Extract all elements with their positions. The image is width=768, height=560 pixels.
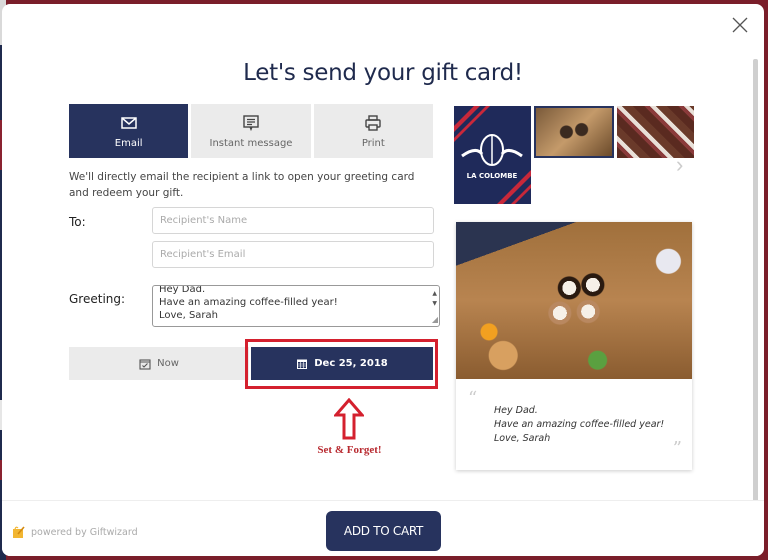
textarea-scroll-arrows[interactable]: ▲ ▼ — [432, 289, 437, 309]
open-quote-icon: “ — [468, 388, 478, 409]
tab-instant-message[interactable]: Instant message — [191, 104, 311, 158]
close-quote-icon: ” — [672, 438, 682, 459]
greeting-line: Love, Sarah — [159, 310, 218, 321]
annotation-text: Set & Forget! — [317, 444, 382, 456]
giftwizard-logo-icon — [13, 526, 25, 538]
card-preview-image — [456, 222, 692, 379]
tab-instant-message-label: Instant message — [209, 137, 293, 149]
brand-text: LA COLOMBE — [467, 172, 518, 180]
tab-print-label: Print — [361, 137, 385, 149]
modal-footer: powered by Giftwizard ADD TO CART — [2, 500, 764, 556]
close-button[interactable] — [730, 16, 750, 36]
preview-line: Have an amazing coffee-filled year! — [494, 419, 665, 430]
annotation-arrow-icon — [334, 398, 364, 440]
delivery-description: We'll directly email the recipient a lin… — [69, 171, 415, 199]
message-icon — [243, 114, 259, 131]
printer-icon — [365, 114, 382, 131]
gift-card-preview: “ Hey Dad. Have an amazing coffee-filled… — [456, 222, 692, 470]
modal-title: Let's send your gift card! — [243, 60, 523, 86]
annotation-highlight-box — [245, 339, 438, 389]
greeting-line: Have an amazing coffee-filled year! — [159, 297, 338, 308]
envelope-icon — [120, 116, 137, 129]
close-icon — [732, 17, 748, 33]
preview-line: Hey Dad. — [494, 405, 538, 416]
delivery-method-tabs: Email Instant message Print — [69, 104, 433, 158]
to-label: To: — [69, 215, 86, 229]
recipient-email-input[interactable]: Recipient's Email — [152, 241, 434, 268]
greeting-textarea[interactable]: Hey Dad. Have an amazing coffee-filled y… — [152, 285, 440, 327]
powered-by-text: powered by Giftwizard — [31, 526, 138, 538]
card-preview-message: Hey Dad. Have an amazing coffee-filled y… — [494, 404, 664, 446]
modal-scrollbar[interactable] — [753, 59, 758, 504]
tab-email-label: Email — [114, 137, 143, 149]
greeting-label: Greeting: — [69, 292, 126, 306]
tab-email[interactable]: Email — [69, 104, 189, 158]
add-to-cart-button[interactable]: ADD TO CART — [326, 511, 441, 551]
resize-handle-icon[interactable]: ◢ — [432, 313, 438, 326]
next-design-chevron-icon[interactable]: › — [676, 152, 683, 178]
la-colombe-logo-icon: LA COLOMBE — [454, 106, 531, 204]
recipient-name-input[interactable]: Recipient's Name — [152, 207, 434, 234]
send-now-button[interactable]: Now — [69, 347, 249, 380]
preview-line: Love, Sarah — [494, 433, 551, 444]
send-now-label: Now — [157, 358, 179, 369]
gift-card-modal: Let's send your gift card! Email Instant… — [2, 4, 764, 556]
powered-by[interactable]: powered by Giftwizard — [12, 525, 138, 539]
greeting-line: Hey Dad. — [159, 285, 206, 295]
calendar-check-icon — [139, 358, 151, 370]
design-thumbnail-coffee-products[interactable] — [617, 106, 694, 158]
design-thumbnail-coffee-toast[interactable] — [534, 106, 614, 158]
design-thumbnail-la-colombe[interactable]: LA COLOMBE — [454, 106, 531, 204]
tab-print[interactable]: Print — [313, 104, 433, 158]
